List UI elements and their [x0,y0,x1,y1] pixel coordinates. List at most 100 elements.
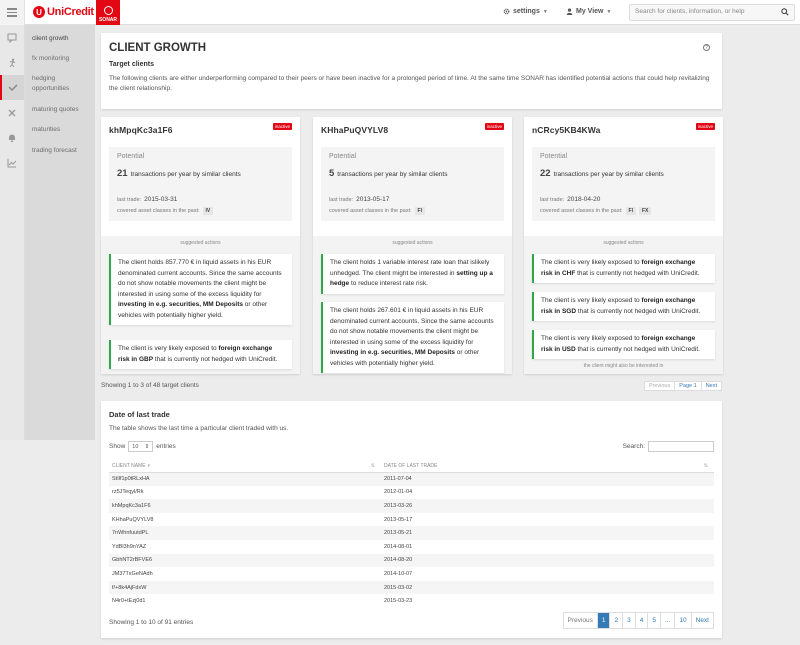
cards-pagination: Previous Page 1 Next [643,381,722,391]
asset-classes-line: covered asset classes in the past: FI FX [540,207,652,215]
run-icon[interactable] [0,50,24,75]
client-name-cell[interactable]: StIlf1p0tRLxHA [109,472,381,486]
top-bar: U UniCredit SONAR settings ▼ My View ▼ [0,0,800,25]
handshake-icon[interactable] [0,75,24,100]
asset-class-tag: FI [625,207,636,215]
asset-classes-label: covered asset classes in the past: [329,208,412,214]
section-subtitle: Target clients [109,61,154,68]
page-button[interactable]: 4 [635,613,649,628]
tools-icon[interactable] [0,100,24,125]
sonar-icon [103,6,113,15]
cards-prev-button[interactable]: Previous [645,382,676,390]
last-trade-cell: 2011-07-04 [381,472,714,486]
help-icon[interactable]: ? [703,44,710,51]
brand-logo[interactable]: U UniCredit [33,6,94,18]
page-button[interactable]: 10 [675,613,692,628]
suggested-action[interactable]: The client holds 1 variable interest rat… [321,254,504,294]
show-label: Show [109,443,126,450]
chevron-down-icon: ▼ [606,8,612,15]
page-button[interactable]: 3 [623,613,636,628]
sidebar-item-trading-forecast[interactable]: trading forecast [25,146,84,156]
client-card[interactable]: KHhaPuQVYLV8 inactive Potential 5 transactio… [313,117,512,374]
table-pagination: Previous 1 2 3 4 5... 10 Next [562,612,714,629]
client-name[interactable]: khMpqKc3a1F6 [109,125,173,135]
page-button[interactable]: 5 [648,613,661,628]
sidebar-item-fx-monitoring[interactable]: fx monitoring [25,54,76,64]
client-name-cell[interactable]: khMpqKc3a1F6 [109,499,381,513]
transactions-count: 22 [540,168,551,179]
client-name-cell[interactable]: f/+8k4AjFdxW [109,580,381,595]
sidebar-item-maturing-quotes[interactable]: maturing quotes [25,105,86,115]
client-card[interactable]: khMpqKc3a1F6 inactive Potential 21 transacti… [101,117,300,374]
my-view-menu[interactable]: My View ▼ [566,8,611,15]
client-name-cell[interactable]: rz5JTeqyl/Rk [109,486,381,500]
gear-icon [503,8,510,15]
global-search[interactable] [629,4,795,21]
column-header-last-trade[interactable]: DATE OF LAST TRADE ⇅ [381,460,714,473]
table-row[interactable]: rz5JTeqyl/Rk 2012-01-04 [109,486,714,500]
sidebar-item-hedging-opportunities[interactable]: hedging opportunities [25,74,87,94]
client-name[interactable]: KHhaPuQVYLV8 [321,125,388,135]
suggested-actions-label: suggested actions [180,240,221,246]
client-name-cell[interactable]: YdBl3h9nYAZ [109,540,381,554]
client-name[interactable]: nCRcy5KB4KWa [532,125,600,135]
table-row[interactable]: KHhaPuQVYLV8 2013-05-17 [109,513,714,527]
page-button[interactable]: 2 [610,613,624,628]
next-page-button[interactable]: Next [691,613,713,628]
prev-page-button[interactable]: Previous [563,613,598,628]
client-name-cell[interactable]: JM37TxGeNAdh [109,567,381,581]
page-size-select[interactable]: 10 ⇕ [128,441,154,452]
table-row[interactable]: 7nWhnfuutdPL 2013-05-21 [109,526,714,540]
table-row[interactable]: f/+8k4AjFdxW 2015-03-02 [109,580,714,595]
client-card[interactable]: nCRcy5KB4KWa inactive Potential 22 transacti… [524,117,723,374]
table-row[interactable]: YdBl3h9nYAZ 2014-08-01 [109,540,714,554]
last-trade-cell: 2014-08-01 [384,543,413,550]
column-header-client-name[interactable]: CLIENT NAME ▾ ⇅ [109,460,381,473]
table-info: Showing 1 to 10 of 91 entries [109,619,194,626]
suggested-action[interactable]: The client is very likely exposed to for… [532,330,715,359]
sonar-logo[interactable]: SONAR [96,0,120,25]
cards-page-indicator[interactable]: Page 1 [675,382,702,390]
sidebar-item-maturities[interactable]: maturities [25,125,67,135]
page-button[interactable]: 1 [597,613,611,628]
client-name-cell[interactable]: N4r0+tEzj0d1 [109,594,381,608]
suggested-action[interactable]: The client is very likely exposed to for… [532,292,715,321]
cards-next-button[interactable]: Next [702,382,721,390]
suggested-action[interactable]: The client is very likely exposed to for… [109,340,292,369]
search-input[interactable] [635,8,775,15]
last-trade-cell: 2013-03-26 [381,499,714,513]
potential-label: Potential [117,153,145,160]
table-row[interactable]: N4r0+tEzj0d1 2015-03-23 [109,594,714,608]
sort-icon: ⇅ [370,463,375,469]
client-name-cell[interactable]: KHhaPuQVYLV8 [109,513,381,527]
page-title: CLIENT GROWTH [109,42,207,54]
last-trade-cell: 2012-01-04 [384,489,413,496]
bell-icon[interactable] [0,125,24,150]
sidebar-item-client-growth[interactable]: client growth [25,34,76,44]
chat-icon[interactable] [0,25,24,50]
last-trade-date: 2013-05-17 [356,196,390,203]
chart-icon[interactable] [0,150,24,175]
chevron-up-down-icon: ⇕ [144,443,150,450]
table-search: Search: [623,441,714,452]
search-icon[interactable] [781,8,789,16]
table-row[interactable]: khMpqKc3a1F6 2013-03-26 [109,499,714,513]
client-name-cell[interactable]: GbhNT2rBFVE6 [109,553,381,568]
table-row[interactable]: JM37TxGeNAdh 2014-10-07 [109,567,714,581]
potential-label: Potential [329,153,357,160]
unicredit-logo-icon: U [33,6,45,18]
client-name-cell[interactable]: 7nWhnfuutdPL [109,526,381,540]
transactions-count: 5 [329,168,335,179]
last-trade-line: last trade: 2015-03-31 [117,196,177,203]
menu-icon[interactable] [0,0,25,25]
table-description: The table shows the last time a particul… [109,425,289,432]
suggested-action[interactable]: The client is very likely exposed to for… [532,254,715,283]
table-row[interactable]: StIlf1p0tRLxHA 2011-07-04 [109,472,714,486]
suggested-action[interactable]: The client holds 267.601 € in liquid ass… [321,302,504,373]
suggested-action[interactable]: The client holds 857.770 € in liquid ass… [109,254,292,325]
table-search-input[interactable] [648,441,714,452]
settings-menu[interactable]: settings ▼ [503,8,548,15]
transactions-line: 22 transactions per year by similar clien… [540,168,664,179]
table-row[interactable]: GbhNT2rBFVE6 2014-08-20 [109,553,714,568]
suggested-actions-label: suggested actions [392,240,433,246]
